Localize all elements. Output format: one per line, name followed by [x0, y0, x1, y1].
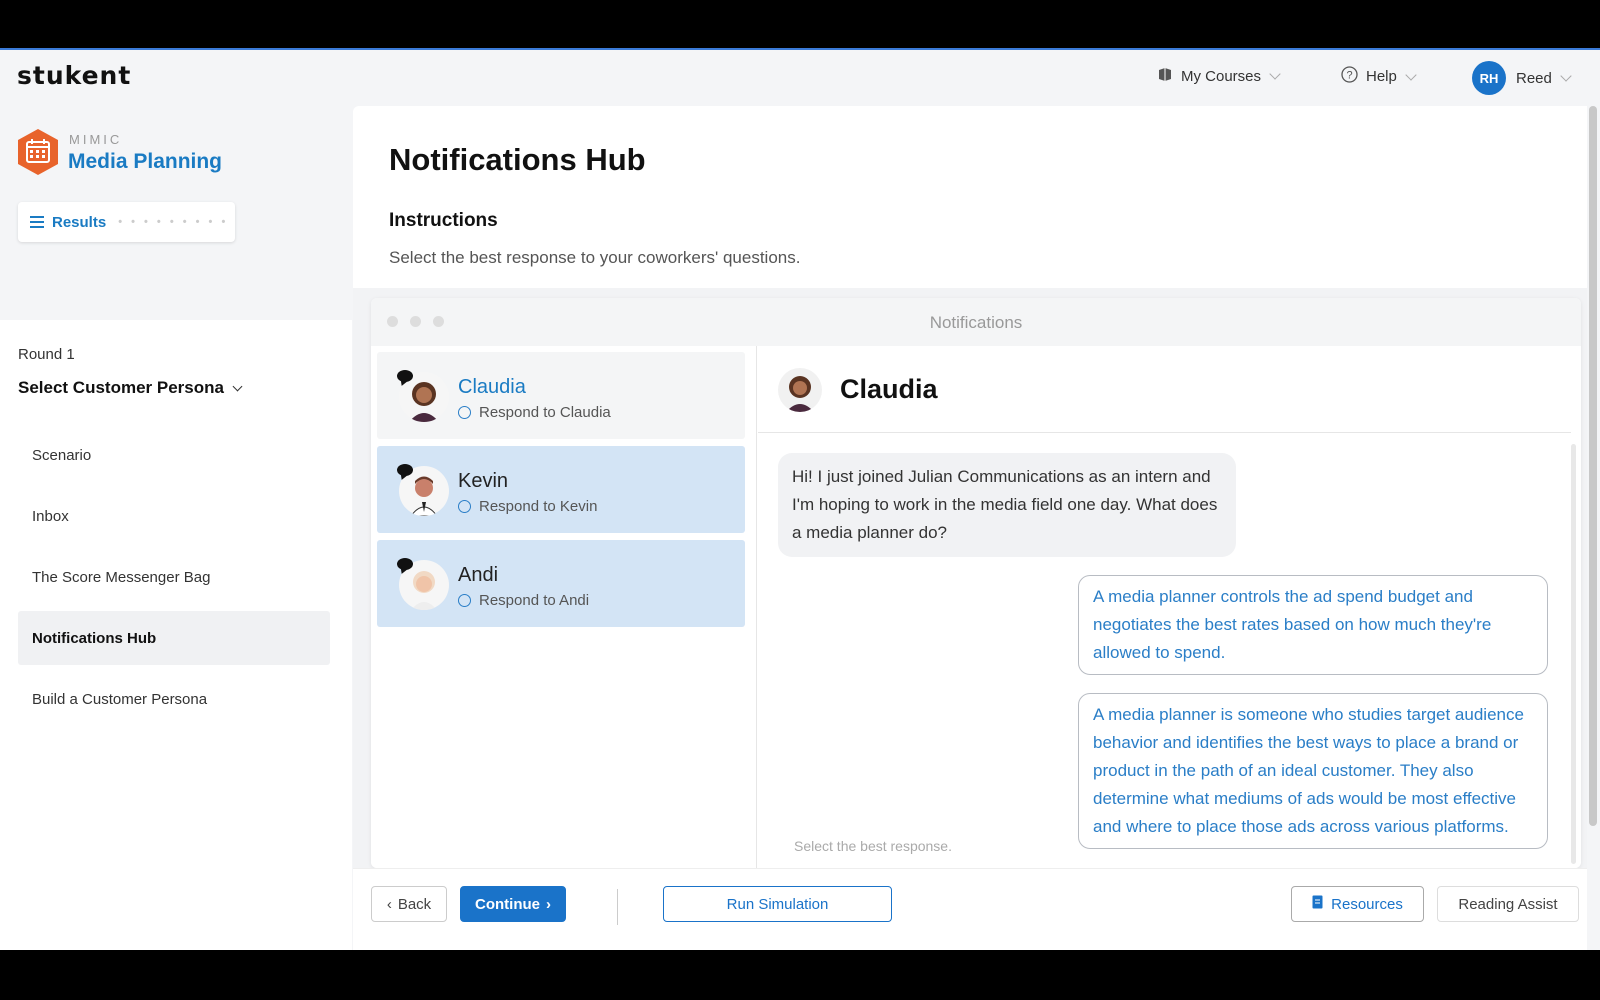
page-scrollbar[interactable] [1589, 106, 1597, 826]
instructions-title: Instructions [389, 210, 498, 231]
user-name: Reed [1516, 69, 1552, 87]
progress-dots: • • • • • • • • • [118, 216, 229, 228]
chevron-down-icon [1269, 68, 1281, 80]
contact-claudia[interactable]: Claudia Respond to Claudia [377, 352, 745, 439]
continue-button[interactable]: Continue › [460, 886, 566, 922]
window-titlebar: Notifications [371, 298, 1581, 346]
sidebar-item-score-messenger-bag[interactable]: The Score Messenger Bag [18, 550, 330, 604]
hamburger-icon [30, 213, 44, 231]
claudia-avatar [778, 368, 822, 412]
message-bubble-icon [397, 558, 413, 570]
contact-name: Claudia [458, 376, 526, 398]
sidebar: MIMIC Media Planning Results • • • • • •… [0, 106, 352, 950]
sidebar-nav: Scenario Inbox The Score Messenger Bag N… [18, 428, 330, 733]
response-option[interactable]: A media planner controls the ad spend bu… [1078, 575, 1548, 675]
brand-title: Media Planning [68, 150, 223, 173]
help-label: Help [1366, 68, 1397, 85]
chevron-down-icon [1405, 68, 1417, 81]
chevron-right-icon: › [546, 895, 551, 913]
persona-dropdown[interactable]: Select Customer Persona [18, 378, 243, 398]
top-header: stukent My Courses ? Help RH Reed [0, 50, 1600, 106]
main-content: Notifications Hub Instructions Select th… [353, 106, 1587, 950]
chat-contact-name: Claudia [840, 374, 938, 404]
chat-panel: Claudia Hi! I just joined Julian Communi… [758, 346, 1581, 868]
chevron-left-icon: ‹ [386, 895, 392, 913]
message-bubble-icon [397, 464, 413, 476]
round-label: Round 1 [18, 346, 75, 363]
chevron-down-icon [1560, 70, 1572, 82]
run-simulation-button[interactable]: Run Simulation [663, 886, 892, 922]
respond-label: Respond to Andi [479, 592, 590, 609]
notifications-window: Notifications Claudia Respond to Claudia [371, 298, 1581, 868]
radio-empty-icon [458, 594, 471, 607]
page-title: Notifications Hub [389, 142, 646, 177]
back-label: Back [397, 895, 432, 913]
results-button[interactable]: Results • • • • • • • • • [18, 202, 235, 242]
chat-scrollbar[interactable] [1571, 444, 1576, 864]
chevron-down-icon [232, 381, 243, 391]
my-courses-menu[interactable]: My Courses [1157, 66, 1281, 86]
user-menu[interactable]: RH Reed [1472, 61, 1572, 95]
brand-subtitle: MIMIC [69, 132, 123, 147]
select-hint: Select the best response. [794, 838, 952, 854]
message-bubble-icon [397, 370, 413, 382]
window-title: Notifications [929, 313, 1023, 332]
respond-label: Respond to Claudia [479, 404, 611, 421]
resources-label: Resources [1331, 895, 1403, 913]
book-icon [1157, 66, 1173, 86]
reading-assist-button[interactable]: Reading Assist [1437, 886, 1579, 922]
respond-status: Respond to Kevin [458, 498, 597, 515]
contact-name: Kevin [458, 470, 509, 492]
brand-area: MIMIC Media Planning Results • • • • • •… [0, 106, 352, 320]
sidebar-item-notifications-hub[interactable]: Notifications Hub [18, 611, 330, 665]
respond-status: Respond to Claudia [458, 404, 611, 421]
incoming-message: Hi! I just joined Julian Communications … [778, 453, 1236, 557]
contacts-list: Claudia Respond to Claudia Kevin Respond… [371, 346, 757, 868]
continue-label: Continue [475, 895, 540, 913]
persona-label: Select Customer Persona [18, 378, 224, 397]
stukent-logo[interactable]: stukent [17, 61, 131, 90]
sidebar-item-build-customer-persona[interactable]: Build a Customer Persona [18, 672, 330, 726]
screen-bottom-border [0, 950, 1600, 1000]
my-courses-label: My Courses [1181, 67, 1262, 85]
back-button[interactable]: ‹ Back [371, 886, 447, 922]
response-option[interactable]: A media planner is someone who studies t… [1078, 693, 1548, 849]
radio-empty-icon [458, 500, 471, 513]
calendar-brand-icon [16, 128, 60, 176]
svg-text:?: ? [1346, 70, 1352, 82]
sidebar-item-scenario[interactable]: Scenario [18, 428, 330, 482]
sidebar-item-inbox[interactable]: Inbox [18, 489, 330, 543]
help-menu[interactable]: ? Help [1341, 66, 1417, 87]
resources-button[interactable]: Resources [1291, 886, 1424, 922]
document-icon [1312, 895, 1323, 913]
respond-label: Respond to Kevin [479, 498, 598, 515]
respond-status: Respond to Andi [458, 592, 589, 609]
results-label: Results [52, 213, 107, 231]
help-circle-icon: ? [1341, 66, 1358, 87]
contact-name: Andi [458, 564, 499, 586]
footer-toolbar: ‹ Back Continue › Run Simulation Resourc… [353, 868, 1587, 950]
contact-kevin[interactable]: Kevin Respond to Kevin [377, 446, 745, 533]
screen-top-border [0, 0, 1600, 50]
instructions-text: Select the best response to your coworke… [389, 248, 801, 267]
app: stukent My Courses ? Help RH Reed MIMIC … [0, 50, 1600, 950]
contact-andi[interactable]: Andi Respond to Andi [377, 540, 745, 627]
divider [617, 889, 618, 925]
user-avatar: RH [1472, 61, 1506, 95]
radio-empty-icon [458, 406, 471, 419]
chat-header: Claudia [758, 346, 1571, 433]
